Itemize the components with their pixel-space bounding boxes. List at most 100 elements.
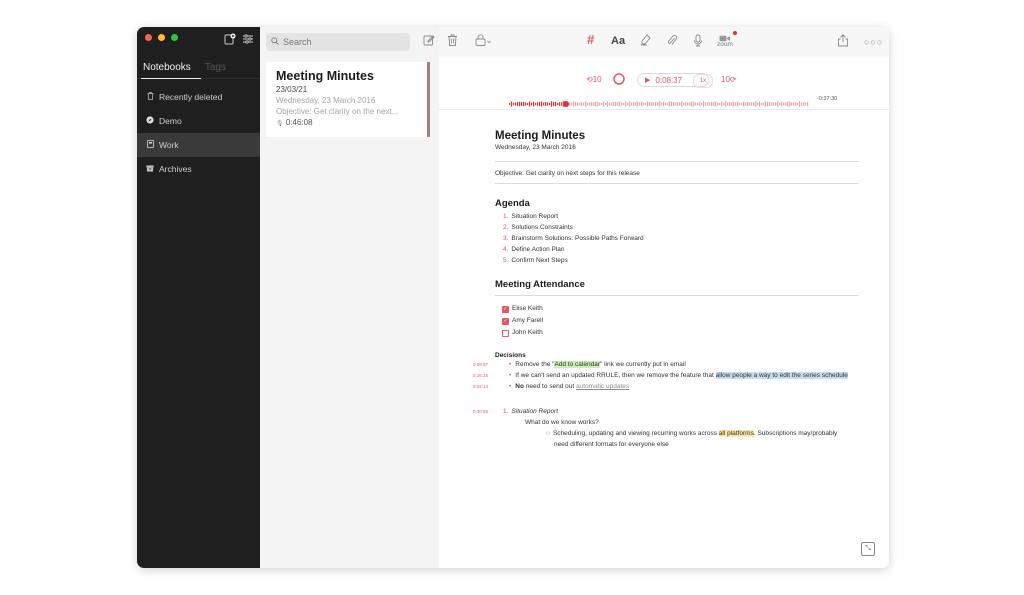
list-text: Define Action Plan: [511, 246, 565, 253]
waveform-bar: [691, 101, 693, 107]
notebook-icon: [146, 140, 154, 150]
checkbox-checked-icon[interactable]: ✓: [502, 317, 509, 325]
attendee-checkbox-item[interactable]: John Keith: [495, 327, 859, 339]
agenda-heading: Agenda: [495, 198, 530, 209]
waveform-bar: [573, 101, 575, 107]
waveform-bar: [653, 102, 655, 106]
waveform-bar: [591, 102, 593, 106]
lock-icon[interactable]: [475, 34, 493, 50]
waveform-bar: [639, 102, 641, 106]
waveform-bar: [737, 101, 739, 107]
audio-timestamp[interactable]: 0:22:14: [473, 381, 488, 392]
decision-item: 0:16:15 • If we can't send an updated RRU…: [473, 370, 859, 381]
sidebar-item-work[interactable]: Work: [137, 133, 260, 157]
paperclip-icon[interactable]: [667, 34, 678, 51]
waveform-scrubber[interactable]: [509, 101, 809, 107]
audio-player: ⟲10 ▶ 0:08:37 1x 10⟳ -0:37:30: [439, 57, 889, 110]
waveform-bar: [509, 103, 511, 105]
waveform-bar: [711, 101, 713, 107]
waveform-bar: [561, 102, 563, 106]
close-window-button[interactable]: [145, 34, 152, 41]
waveform-bar: [707, 102, 709, 106]
play-icon: ▶: [645, 77, 651, 84]
waveform-bar: [531, 102, 533, 106]
audio-timestamp[interactable]: 0:16:15: [473, 370, 488, 381]
attendee-checkbox-item[interactable]: ✓ Amy Farell: [495, 315, 859, 327]
text-format-icon[interactable]: Aa: [611, 34, 625, 48]
waveform-bar: [535, 102, 537, 106]
compass-icon: [146, 116, 154, 126]
checkbox-unchecked-icon[interactable]: [502, 329, 509, 337]
list-item: 1. Situation Report: [495, 211, 859, 222]
divider: [495, 183, 859, 184]
waveform-bar: [529, 101, 531, 107]
waveform-bar: [571, 102, 573, 106]
waveform-bar: [579, 102, 581, 106]
compose-icon[interactable]: [423, 34, 435, 50]
attendance-list: ✓ Elise Keith ✓ Amy Farell John Keith: [495, 303, 859, 339]
list-number: 2.: [503, 224, 509, 231]
waveform-bar: [585, 101, 587, 107]
waveform-bar: [797, 102, 799, 106]
situation-title: Situation Report: [511, 408, 559, 415]
attendee-checkbox-item[interactable]: ✓ Elise Keith: [495, 303, 859, 315]
waveform-bar: [525, 102, 527, 106]
highlighter-icon[interactable]: [639, 34, 651, 51]
waveform-bar: [659, 101, 661, 107]
link-text[interactable]: automatic updates: [576, 383, 629, 390]
waveform-bar: [773, 102, 775, 106]
decision-text: Remove the ": [515, 361, 555, 368]
search-placeholder: Search: [283, 37, 312, 47]
video-camera-icon: [717, 31, 737, 42]
microphone-icon[interactable]: [693, 34, 703, 51]
skip-forward-button[interactable]: 10⟳: [721, 74, 737, 86]
waveform-bar: [621, 102, 623, 106]
circle-bullet-icon: ○: [546, 430, 550, 437]
waveform-bar: [741, 102, 743, 106]
tab-tags[interactable]: Tags: [205, 62, 226, 73]
waveform-bar: [743, 101, 745, 107]
document[interactable]: Meeting Minutes Wednesday, 23 March 2016…: [473, 130, 859, 450]
search-input[interactable]: Search: [266, 33, 410, 51]
speed-button[interactable]: 1x: [693, 74, 713, 88]
audio-timestamp[interactable]: 0:08:07: [473, 359, 488, 370]
waveform-bar: [587, 102, 589, 106]
sidebar-item-recently-deleted[interactable]: Recently deleted: [137, 85, 260, 109]
filter-settings-icon[interactable]: [242, 33, 254, 49]
tab-notebooks[interactable]: Notebooks: [143, 62, 191, 73]
hashtag-icon[interactable]: #: [587, 33, 594, 47]
tab-divider: [137, 78, 260, 79]
note-card[interactable]: Meeting Minutes 23/03/21 Wednesday, 23 M…: [266, 62, 430, 137]
more-options-icon[interactable]: ○○○: [864, 35, 883, 49]
waveform-bar: [729, 102, 731, 106]
waveform-bar: [609, 102, 611, 106]
waveform-bar: [807, 102, 809, 106]
trash-icon[interactable]: [447, 34, 458, 50]
waveform-bar: [673, 102, 675, 106]
waveform-bar: [709, 102, 711, 106]
share-icon[interactable]: [837, 34, 849, 51]
zoom-integration-button[interactable]: zoom: [717, 31, 737, 48]
sidebar-item-archives[interactable]: Archives: [137, 157, 260, 181]
archive-icon: [146, 164, 154, 174]
skip-back-button[interactable]: ⟲10: [586, 74, 602, 86]
waveform-bar: [549, 102, 551, 106]
minimize-window-button[interactable]: [158, 34, 165, 41]
checkbox-checked-icon[interactable]: ✓: [502, 305, 509, 313]
waveform-bar: [777, 101, 779, 107]
record-button[interactable]: [613, 73, 625, 89]
waveform-bar: [641, 101, 643, 107]
waveform-bar: [681, 101, 683, 107]
attendee-name: Elise Keith: [512, 305, 543, 312]
new-notebook-icon[interactable]: [224, 33, 236, 49]
audio-timestamp[interactable]: 0:30:55: [473, 406, 488, 417]
maximize-window-button[interactable]: [171, 34, 178, 41]
waveform-bar: [695, 102, 697, 106]
expand-icon[interactable]: ⤡: [861, 542, 875, 556]
decision-item: 0:22:14 • No need to send out automatic u…: [473, 381, 859, 392]
waveform-bar: [583, 102, 585, 106]
waveform-bar: [541, 101, 543, 107]
waveform-bar: [669, 101, 671, 107]
attendee-name: John Keith: [512, 329, 543, 336]
sidebar-item-demo[interactable]: Demo: [137, 109, 260, 133]
